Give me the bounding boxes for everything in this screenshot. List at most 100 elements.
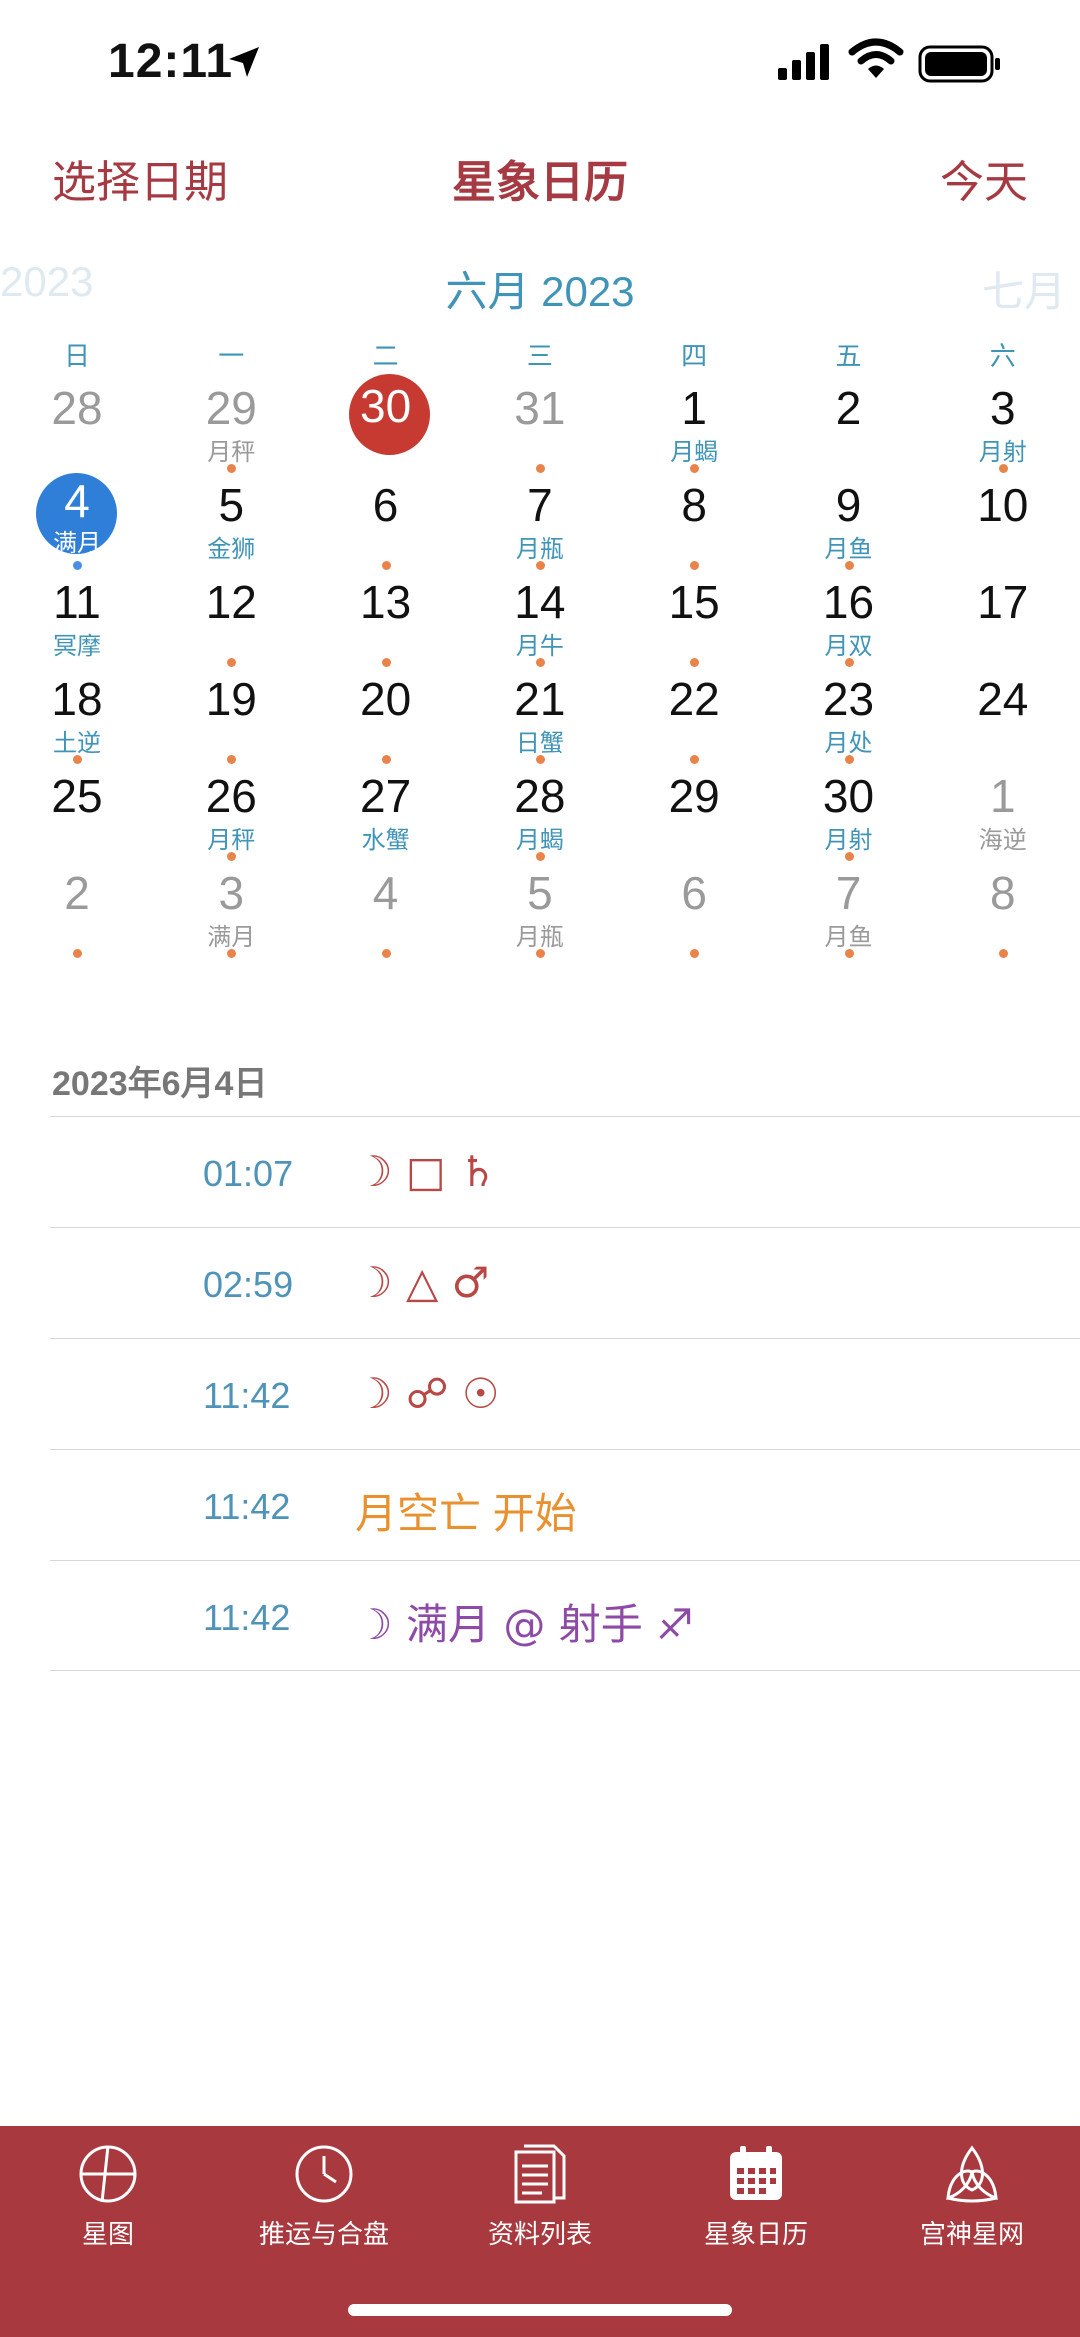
event-dot: [844, 949, 854, 958]
day-number: 7: [835, 867, 862, 919]
tab-label: 星象日历: [703, 2219, 808, 2249]
day-number: 11: [53, 576, 101, 628]
calendar-day[interactable]: 9 月鱼: [772, 477, 926, 574]
calendar-day[interactable]: 22: [617, 671, 771, 768]
today-button[interactable]: 今天: [940, 146, 1028, 210]
calendar-day[interactable]: 28: [0, 380, 154, 477]
cellular-signal-icon: [778, 44, 829, 80]
day-number: 5: [218, 479, 245, 531]
day-number: 3: [990, 382, 1016, 434]
day-event-label: 满月: [53, 530, 101, 557]
home-indicator: [348, 2304, 732, 2316]
calendar-day[interactable]: 10: [926, 477, 1080, 574]
calendar-day[interactable]: 4: [309, 865, 463, 962]
weekday-label: 六: [989, 341, 1016, 371]
day-number: 19: [205, 673, 257, 725]
calendar-day[interactable]: 5 月瓶: [463, 865, 617, 962]
tab-label: 星图: [81, 2219, 134, 2249]
event-dot: [227, 949, 237, 958]
event-row[interactable]: 11:42 ☽ 满月 @ 射手 ♐: [50, 1560, 1080, 1671]
calendar-day[interactable]: 21 日蟹: [463, 671, 617, 768]
calendar-day[interactable]: 13: [309, 574, 463, 671]
events-list: 01:07 ☽ □ ♄ 02:59 ☽ △ ♂ 11:42 ☽ ☍ ☉ 11:42 月空亡 开…: [50, 1116, 1080, 1671]
event-row[interactable]: 02:59 ☽ △ ♂: [50, 1227, 1080, 1338]
calendar-day[interactable]: 14 月牛: [463, 574, 617, 671]
calendar-day[interactable]: 3 月射: [926, 380, 1080, 477]
event-dot: [381, 658, 391, 667]
tab-astro-network[interactable]: 宫神星网: [864, 2142, 1080, 2262]
page-title: 星象日历: [452, 158, 628, 207]
day-number: 25: [51, 770, 103, 822]
calendar-day[interactable]: 25: [0, 768, 154, 865]
tab-progression[interactable]: 推运与合盘: [216, 2142, 432, 2262]
event-dot: [535, 658, 545, 667]
calendar-day[interactable]: 8: [926, 865, 1080, 962]
calendar-day[interactable]: 2: [772, 380, 926, 477]
day-event-label: 冥摩: [53, 633, 101, 660]
day-event-label: 月秤: [207, 439, 256, 466]
calendar-day[interactable]: 4 满月: [0, 473, 154, 574]
calendar-day[interactable]: 29: [617, 768, 771, 865]
calendar-day[interactable]: 31: [463, 380, 617, 477]
wifi-icon: [848, 38, 904, 78]
calendar-day[interactable]: 2: [0, 865, 154, 962]
calendar-day[interactable]: 27 水蟹: [309, 768, 463, 865]
event-dot: [535, 464, 545, 473]
document-list-icon: [514, 2144, 566, 2204]
day-number: 6: [372, 479, 399, 531]
calendar-day[interactable]: 30 月射: [772, 768, 926, 865]
chart-wheel-icon: [79, 2145, 137, 2203]
next-month-label[interactable]: 七月: [982, 258, 1066, 319]
event-dot: [844, 658, 854, 667]
calendar-day[interactable]: 7 月鱼: [772, 865, 926, 962]
event-dot: [535, 755, 545, 764]
calendar-day[interactable]: 24: [926, 671, 1080, 768]
tab-data-list[interactable]: 资料列表: [432, 2142, 648, 2262]
day-event-label: 月鱼: [824, 536, 873, 563]
day-event-label: 月蝎: [515, 827, 564, 854]
calendar-day[interactable]: 18 土逆: [0, 671, 154, 768]
event-row[interactable]: 11:42 月空亡 开始: [50, 1449, 1080, 1560]
calendar-day[interactable]: 15: [617, 574, 771, 671]
calendar-day[interactable]: 11 冥摩: [0, 574, 154, 671]
calendar-day[interactable]: 20: [309, 671, 463, 768]
calendar-day[interactable]: 6: [617, 865, 771, 962]
day-number: 23: [822, 673, 875, 725]
day-number: 27: [360, 770, 412, 822]
weekday-label: 五: [835, 341, 862, 371]
event-dot: [73, 755, 82, 764]
tab-astro-calendar[interactable]: 星象日历: [648, 2142, 864, 2262]
day-number: 26: [205, 770, 257, 822]
event-time: 01:07: [203, 1153, 294, 1194]
calendar-day[interactable]: 8: [617, 477, 771, 574]
day-number: 31: [514, 382, 566, 434]
calendar-day[interactable]: 7 月瓶: [463, 477, 617, 574]
day-number: 15: [668, 576, 720, 628]
event-row[interactable]: 01:07 ☽ □ ♄: [50, 1116, 1080, 1227]
calendar-day[interactable]: 30: [309, 374, 463, 477]
day-number: 18: [51, 673, 103, 725]
day-number: 9: [835, 479, 862, 531]
day-event-label: 月牛: [515, 633, 564, 660]
day-number: 1: [681, 382, 707, 434]
calendar-day[interactable]: 1 月蝎: [617, 380, 771, 477]
calendar-day[interactable]: 6: [309, 477, 463, 574]
calendar-day[interactable]: 1 海逆: [926, 768, 1080, 865]
calendar-day[interactable]: 26 月秤: [154, 768, 308, 865]
calendar-day[interactable]: 3 满月: [154, 865, 308, 962]
calendar-day[interactable]: 28 月蝎: [463, 768, 617, 865]
calendar-day[interactable]: 5 金狮: [154, 477, 308, 574]
calendar-day[interactable]: 29 月秤: [154, 380, 308, 477]
event-dot: [381, 755, 391, 764]
event-dot: [535, 852, 545, 861]
day-event-label: 月瓶: [515, 924, 564, 951]
calendar-day[interactable]: 23 月处: [772, 671, 926, 768]
calendar-day[interactable]: 12: [154, 574, 308, 671]
event-row[interactable]: 11:42 ☽ ☍ ☉: [50, 1338, 1080, 1449]
calendar-day[interactable]: 17: [926, 574, 1080, 671]
tab-chart[interactable]: 星图: [0, 2142, 216, 2262]
day-number: 2: [64, 867, 90, 919]
calendar-day[interactable]: 19: [154, 671, 308, 768]
calendar-day[interactable]: 16 月双: [772, 574, 926, 671]
day-number: 3: [218, 867, 245, 919]
